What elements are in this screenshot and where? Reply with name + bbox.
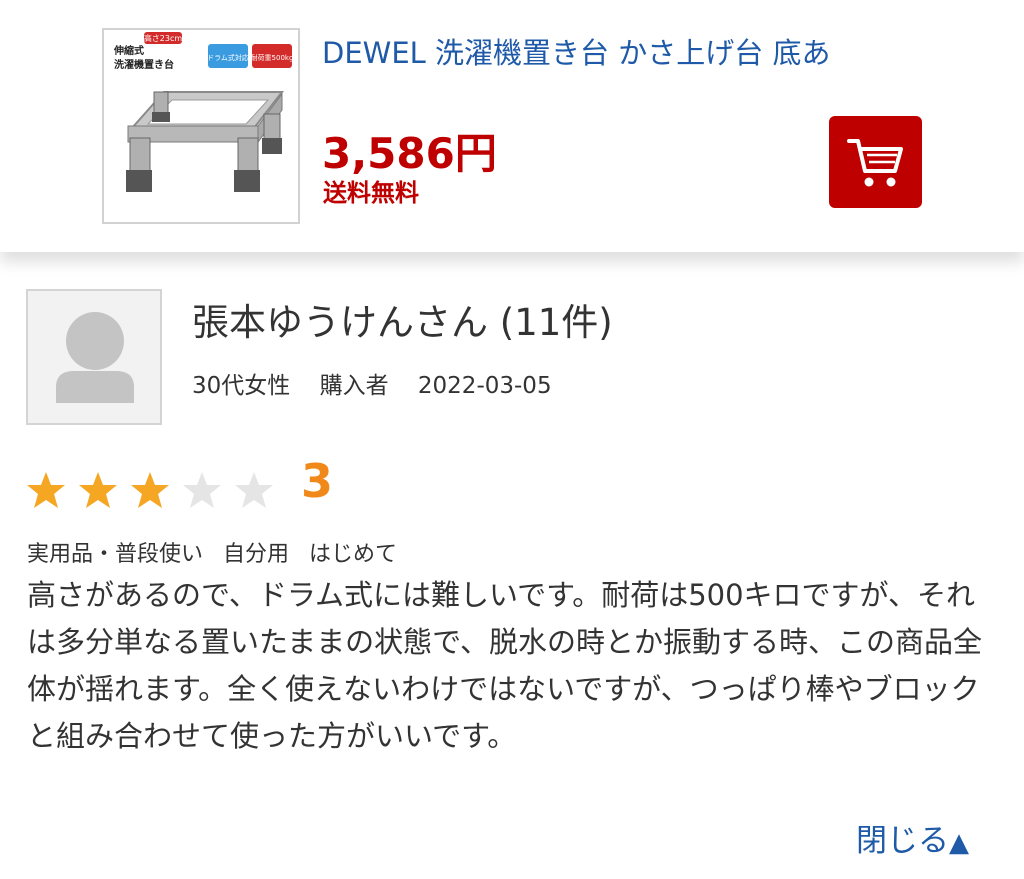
collapse-arrow-icon: ▲	[949, 828, 969, 858]
star-rating	[26, 470, 286, 510]
reviewer-meta: 30代女性 購入者 2022-03-05	[192, 366, 574, 400]
purchase-status: 購入者	[319, 373, 389, 399]
product-price: 3,586円	[322, 129, 497, 178]
reviewer-name[interactable]: 張本ゆうけんさん (11件)	[192, 292, 613, 346]
review-tag: はじめて	[309, 542, 398, 567]
thumb-badge-red: 耐荷重500kg	[251, 53, 294, 62]
person-silhouette-icon	[56, 312, 134, 403]
washer-stand-image: 高さ23cm 伸縮式 洗濯機置き台 ドラム式対応 耐荷重500kg	[104, 30, 298, 222]
product-card: 高さ23cm 伸縮式 洗濯機置き台 ドラム式対応 耐荷重500kg DEWEL …	[0, 0, 1024, 252]
add-to-cart-button[interactable]	[829, 116, 922, 208]
thumb-badge-top: 高さ23cm	[144, 33, 183, 43]
rating-value: 3	[301, 454, 334, 508]
star-filled-icon	[79, 472, 117, 508]
star-empty-icon	[235, 472, 273, 508]
close-label: 閉じる	[856, 823, 949, 859]
thumb-badge-blue: ドラム式対応	[207, 53, 249, 62]
star-filled-icon	[27, 472, 65, 508]
shopping-cart-icon	[847, 139, 903, 187]
review-tags: 実用品・普段使い 自分用 はじめて	[27, 536, 417, 568]
reviewer-avatar	[26, 289, 162, 425]
reviewer-age-gender: 30代女性	[192, 373, 291, 399]
review-body: 高さがあるので、ドラム式には難しいです。耐荷は500キロですが、それは多分単なる…	[27, 578, 982, 753]
star-filled-icon	[131, 472, 169, 508]
shipping-label: 送料無料	[323, 179, 419, 207]
review-date: 2022-03-05	[417, 373, 552, 399]
product-thumbnail[interactable]: 高さ23cm 伸縮式 洗濯機置き台 ドラム式対応 耐荷重500kg	[102, 28, 300, 224]
close-button[interactable]: 閉じる▲	[856, 815, 969, 860]
review-tag: 自分用	[223, 542, 290, 567]
star-empty-icon	[183, 472, 221, 508]
review-tag: 実用品・普段使い	[27, 542, 204, 567]
thumb-label-2: 洗濯機置き台	[114, 58, 174, 71]
thumb-label-1: 伸縮式	[113, 44, 144, 57]
product-title[interactable]: DEWEL 洗濯機置き台 かさ上げ台 底あ	[322, 30, 1012, 70]
